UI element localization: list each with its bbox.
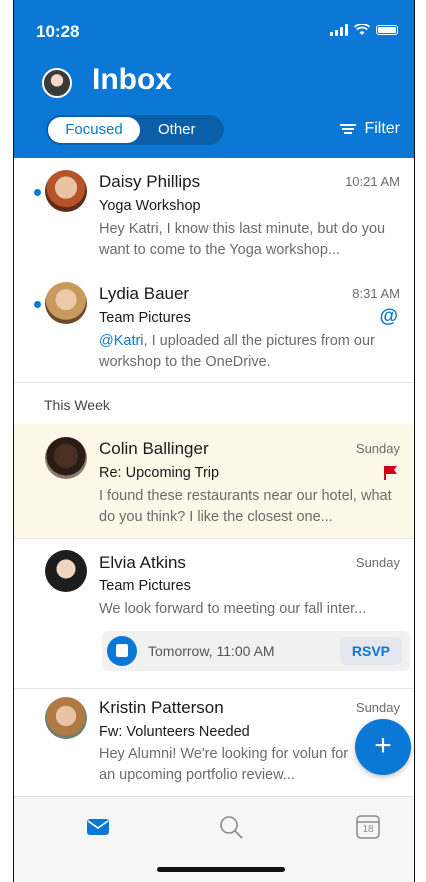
event-card[interactable]: Tomorrow, 11:00 AM RSVP bbox=[102, 631, 410, 671]
compose-button[interactable]: + bbox=[355, 719, 411, 775]
divider bbox=[14, 382, 414, 383]
signal-icon bbox=[330, 24, 348, 36]
mention-link[interactable]: @Katri bbox=[99, 333, 144, 349]
mail-subject: Re: Upcoming Trip bbox=[99, 465, 220, 481]
filter-label: Filter bbox=[364, 120, 400, 137]
status-time: 10:28 bbox=[36, 22, 80, 41]
calendar-icon[interactable]: 18 bbox=[354, 813, 382, 841]
mail-item[interactable]: Lydia Bauer 8:31 AM Team Pictures @ @Kat… bbox=[14, 270, 414, 382]
sender-name: Kristin Patterson bbox=[99, 698, 224, 717]
avatar bbox=[45, 697, 87, 739]
mail-time: 8:31 AM bbox=[352, 286, 400, 301]
avatar bbox=[45, 170, 87, 212]
right-edge bbox=[414, 0, 426, 882]
mail-time: 10:21 AM bbox=[345, 174, 400, 189]
avatar bbox=[45, 282, 87, 324]
mail-time: Sunday bbox=[355, 555, 400, 570]
left-edge bbox=[0, 0, 14, 882]
rsvp-button[interactable]: RSVP bbox=[339, 637, 402, 665]
section-header: This Week bbox=[44, 397, 110, 413]
inbox-toggle: Focused Other bbox=[46, 115, 224, 145]
mail-time: Sunday bbox=[355, 700, 400, 715]
tab-other[interactable]: Other bbox=[158, 115, 196, 145]
screen: 10:28 Inbox Focused Other Filter Daisy P… bbox=[14, 0, 414, 882]
sender-name: Colin Ballinger bbox=[99, 439, 209, 458]
mail-preview: I found these restaurants near our hotel… bbox=[99, 488, 392, 525]
mail-subject: Team Pictures bbox=[99, 578, 191, 594]
account-avatar[interactable] bbox=[42, 68, 72, 98]
mail-subject: Yoga Workshop bbox=[99, 198, 201, 214]
mail-item[interactable]: Kristin Patterson Sunday Fw: Volunteers … bbox=[14, 688, 414, 794]
header: 10:28 Inbox Focused Other Filter bbox=[14, 0, 414, 158]
avatar bbox=[45, 550, 87, 592]
phone-frame: 10:28 Inbox Focused Other Filter Daisy P… bbox=[0, 0, 426, 882]
mail-subject: Fw: Volunteers Needed bbox=[99, 724, 250, 740]
filter-icon bbox=[340, 123, 357, 135]
sender-name: Lydia Bauer bbox=[99, 284, 190, 303]
flag-icon[interactable] bbox=[384, 465, 398, 481]
page-title: Inbox bbox=[92, 63, 172, 96]
battery-icon bbox=[376, 25, 398, 35]
filter-button[interactable]: Filter bbox=[340, 120, 400, 138]
tab-focused[interactable]: Focused bbox=[48, 117, 140, 143]
search-icon[interactable] bbox=[217, 813, 245, 841]
unread-dot bbox=[34, 189, 41, 196]
sender-name: Daisy Phillips bbox=[99, 172, 201, 191]
home-indicator bbox=[157, 867, 285, 872]
mail-preview: @Katri, I uploaded all the pictures from… bbox=[99, 331, 407, 373]
mail-preview: We look forward to meeting our fall inte… bbox=[99, 601, 367, 617]
mail-preview: Hey Katri, I know this last minute, but … bbox=[99, 221, 386, 258]
mail-icon[interactable] bbox=[84, 813, 112, 841]
sender-name: Elvia Atkins bbox=[99, 553, 186, 572]
mail-item[interactable]: Colin Ballinger Sunday Re: Upcoming Trip… bbox=[14, 424, 414, 538]
event-time: Tomorrow, 11:00 AM bbox=[148, 643, 275, 659]
avatar bbox=[45, 437, 87, 479]
calendar-event-icon bbox=[107, 636, 137, 666]
mail-time: Sunday bbox=[355, 441, 400, 456]
status-icons bbox=[330, 24, 398, 36]
mail-subject: Team Pictures bbox=[99, 310, 191, 326]
mail-preview: Hey Alumni! We're looking for volun for … bbox=[99, 746, 349, 783]
calendar-day: 18 bbox=[362, 824, 374, 835]
mention-icon: @ bbox=[379, 306, 398, 327]
unread-dot bbox=[34, 301, 41, 308]
mail-item[interactable]: Daisy Phillips 10:21 AM Yoga Workshop He… bbox=[14, 158, 414, 270]
wifi-icon bbox=[354, 24, 370, 35]
